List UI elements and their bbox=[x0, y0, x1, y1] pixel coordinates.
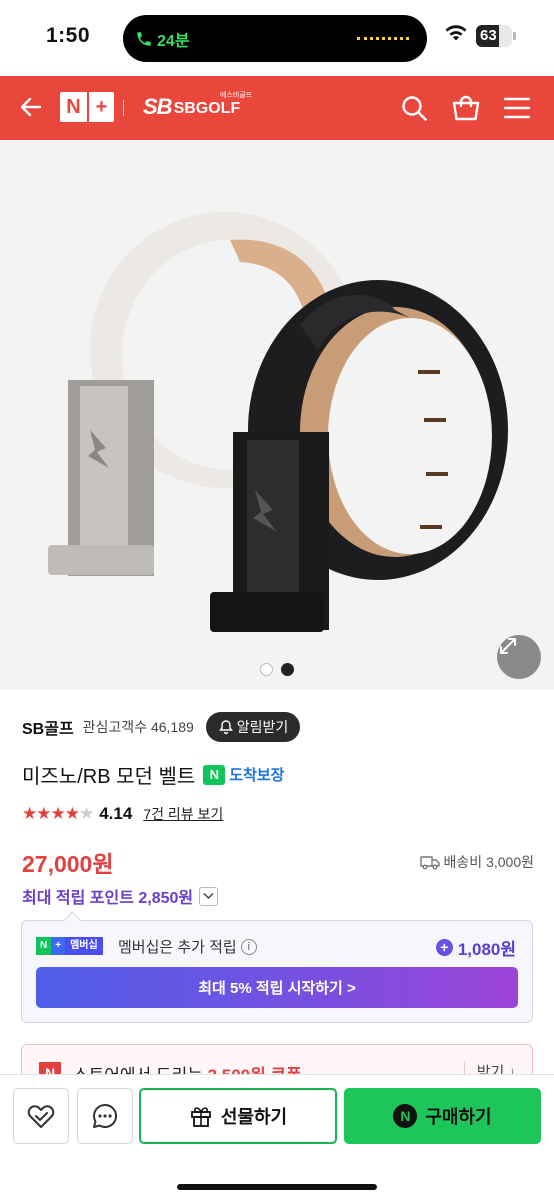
membership-badge: N + 멤버십 bbox=[36, 937, 103, 955]
status-bar: 1:50 24분 63 bbox=[0, 0, 554, 76]
points-dropdown-toggle[interactable] bbox=[199, 886, 219, 906]
bottom-action-bar: 선물하기 N 구매하기 bbox=[0, 1074, 554, 1200]
membership-points-value: 1,080원 bbox=[457, 940, 516, 959]
buy-button[interactable]: N 구매하기 bbox=[344, 1088, 541, 1144]
island-activity-dots bbox=[357, 37, 409, 40]
naver-arrival-icon: N bbox=[203, 764, 226, 785]
rating-row: ★★★★★ 4.14 7건 리뷰 보기 bbox=[22, 804, 223, 824]
call-duration: 24분 bbox=[157, 33, 190, 50]
sb-mark: SB bbox=[143, 94, 173, 119]
chat-bubble-icon bbox=[93, 1103, 117, 1128]
sb-text: SBGOLF bbox=[173, 100, 241, 117]
logo-plus: + bbox=[87, 92, 114, 122]
price: 27,000원 bbox=[22, 851, 114, 877]
member-badge-n: N bbox=[36, 937, 52, 955]
plus-circle-icon: + bbox=[435, 939, 453, 956]
max-points-label: 최대 적립 포인트 2,850원 bbox=[22, 890, 194, 907]
sbgolf-store-logo[interactable]: SB SBGOLF 에스비골프 bbox=[143, 92, 252, 120]
membership-text: 멤버십은 추가 적립 i bbox=[118, 936, 257, 957]
buy-label: 구매하기 bbox=[425, 1107, 492, 1127]
carousel-dot-1[interactable] bbox=[260, 663, 273, 676]
app-header: N + SB SBGOLF 에스비골프 bbox=[0, 76, 554, 140]
call-indicator: 24분 bbox=[135, 27, 190, 51]
arrival-label: 도착보장 bbox=[229, 767, 285, 784]
expand-icon bbox=[500, 638, 516, 654]
watchers-count: 관심고객수 46,189 bbox=[82, 719, 194, 735]
chevron-down-icon bbox=[203, 892, 214, 900]
gift-button[interactable]: 선물하기 bbox=[139, 1088, 337, 1144]
wishlist-button[interactable] bbox=[13, 1088, 69, 1144]
back-arrow-icon[interactable] bbox=[18, 94, 44, 120]
product-image-gallery[interactable] bbox=[0, 140, 554, 690]
home-indicator[interactable] bbox=[177, 1184, 377, 1190]
start-membership-button[interactable]: 최대 5% 적립 시작하기 > bbox=[36, 967, 518, 1008]
battery-indicator: 63 bbox=[476, 25, 512, 47]
status-time: 1:50 bbox=[46, 24, 91, 47]
membership-card: N + 멤버십 멤버십은 추가 적립 i + 1,080원 최대 5% 적립 시… bbox=[21, 920, 533, 1023]
alarm-label: 알림받기 bbox=[236, 719, 289, 735]
logo-n: N bbox=[66, 96, 81, 118]
carousel-dot-2[interactable] bbox=[281, 663, 294, 676]
dynamic-island[interactable]: 24분 bbox=[123, 15, 427, 62]
naver-plus-store-logo[interactable]: N + bbox=[60, 92, 114, 122]
shopping-bag-icon[interactable] bbox=[451, 94, 481, 122]
product-title-row: 미즈노/RB 모던 벨트 N 도착보장 bbox=[22, 760, 284, 789]
review-link[interactable]: 7건 리뷰 보기 bbox=[143, 804, 223, 824]
expand-image-button[interactable] bbox=[497, 635, 541, 679]
gift-label: 선물하기 bbox=[220, 1107, 288, 1127]
sb-sub: 에스비골프 bbox=[220, 92, 253, 99]
rating-value: 4.14 bbox=[99, 804, 133, 823]
phone-icon bbox=[137, 32, 151, 46]
star-rating: ★★★★★ bbox=[22, 804, 94, 823]
search-icon[interactable] bbox=[400, 94, 428, 122]
alarm-button[interactable]: 알림받기 bbox=[205, 712, 301, 742]
talk-talk-button[interactable] bbox=[77, 1088, 133, 1144]
header-divider bbox=[123, 100, 124, 116]
price-row: 27,000원 배송비 3,000원 bbox=[22, 845, 534, 879]
hamburger-menu-icon[interactable] bbox=[503, 96, 531, 120]
wifi-icon bbox=[445, 25, 467, 41]
arrival-guarantee-badge[interactable]: N 도착보장 bbox=[203, 764, 284, 785]
heart-check-icon bbox=[27, 1105, 55, 1128]
membership-text-label: 멤버십은 추가 적립 bbox=[118, 939, 237, 956]
store-row: SB골프 관심고객수 46,189 알림받기 bbox=[22, 712, 301, 742]
gift-icon bbox=[190, 1107, 211, 1127]
info-icon[interactable]: i bbox=[240, 938, 257, 955]
product-title: 미즈노/RB 모던 벨트 bbox=[22, 766, 196, 788]
membership-points: + 1,080원 bbox=[435, 935, 516, 960]
battery-level: 63 bbox=[480, 27, 497, 44]
bell-plus-icon bbox=[218, 720, 233, 735]
shipping-fee: 배송비 3,000원 bbox=[419, 852, 534, 872]
carousel-dots bbox=[260, 663, 294, 676]
truck-icon bbox=[419, 856, 440, 870]
naver-pay-icon: N bbox=[393, 1104, 418, 1128]
battery-tip bbox=[513, 32, 516, 40]
max-points-row[interactable]: 최대 적립 포인트 2,850원 bbox=[22, 884, 219, 908]
member-badge-label: 멤버십 bbox=[65, 937, 103, 955]
member-badge-plus: + bbox=[51, 937, 66, 955]
store-name[interactable]: SB골프 bbox=[22, 715, 74, 739]
shipping-label: 배송비 3,000원 bbox=[443, 854, 534, 870]
product-photo-belts bbox=[48, 212, 508, 632]
